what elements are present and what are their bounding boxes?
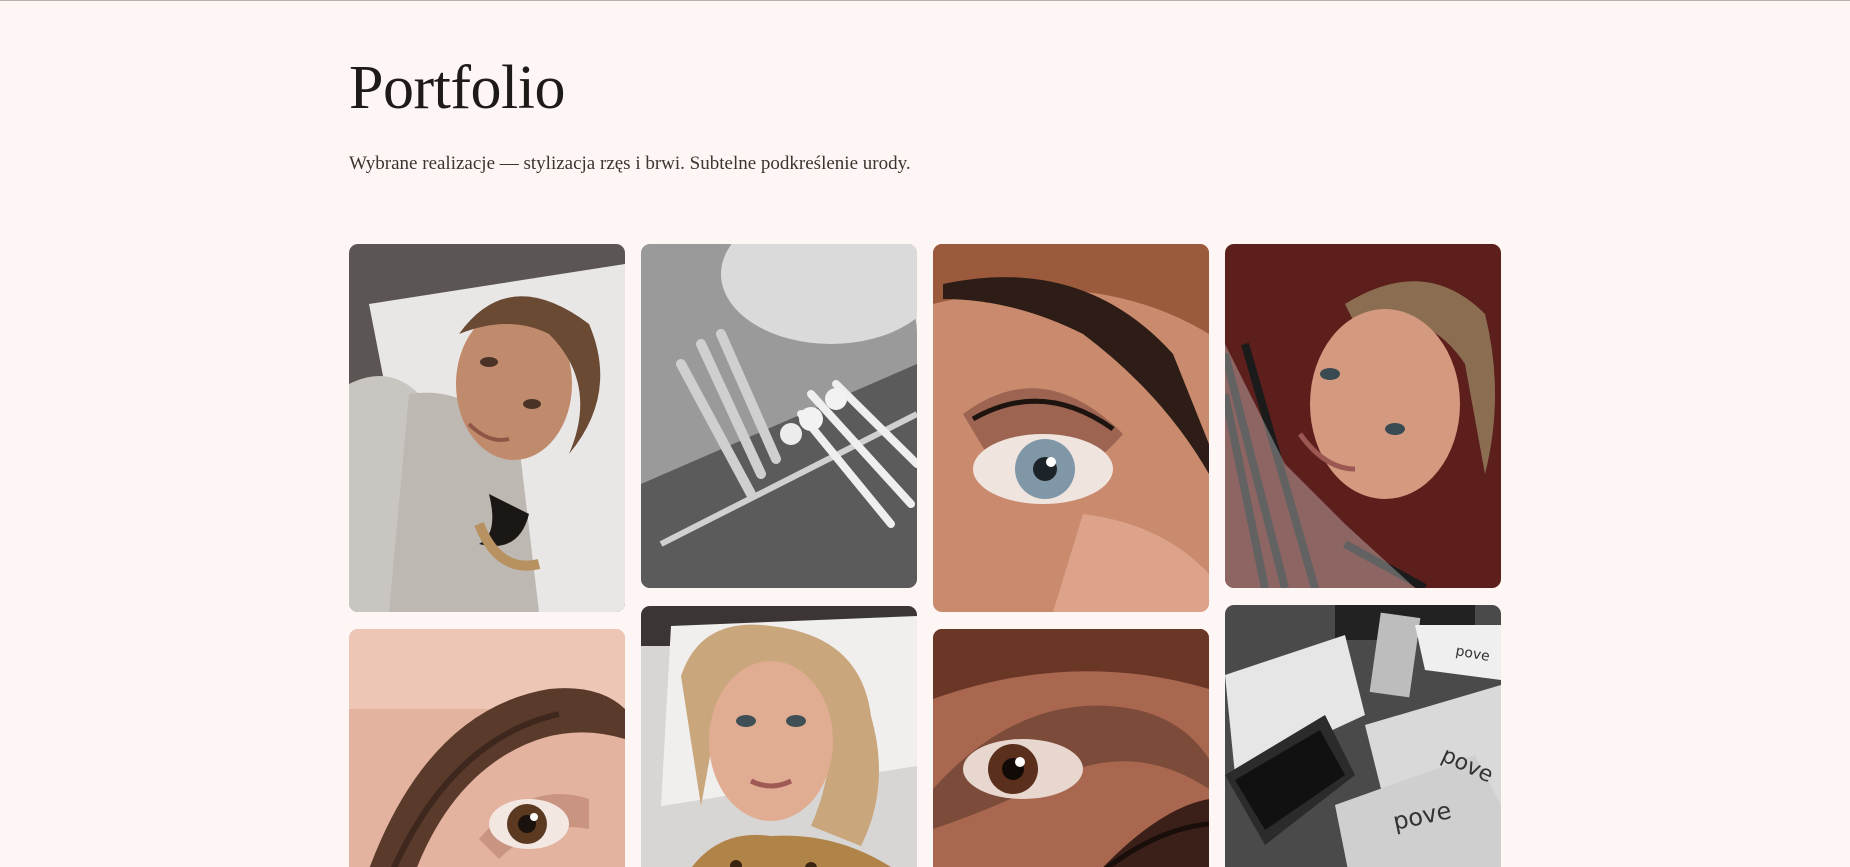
page-title: Portfolio: [349, 54, 565, 122]
gallery-photo-lash-brushes-monochrome[interactable]: [641, 244, 917, 588]
gallery-photo-client-portrait-gray-sweater[interactable]: [349, 244, 625, 612]
photo-image: [349, 629, 625, 867]
gallery-photo-eye-closeup-brown-eye[interactable]: [933, 629, 1209, 867]
page-subtitle: Wybrane realizacje — stylizacja rzęs i b…: [349, 153, 911, 174]
photo-image: [933, 244, 1209, 612]
top-divider: [0, 0, 1850, 1]
photo-image: [1225, 244, 1501, 588]
gallery-photo-client-portrait-leopard-top[interactable]: [641, 606, 917, 867]
photo-image: [641, 244, 917, 588]
photo-image: [641, 606, 917, 867]
gallery-photo-client-portrait-striped-shirt[interactable]: [1225, 244, 1501, 588]
gallery-photo-eye-brow-closeup-blue-eye[interactable]: [933, 244, 1209, 612]
photo-image: pove pove pove: [1225, 605, 1501, 867]
gallery-photo-lash-products-pove-boxes[interactable]: pove pove pove: [1225, 605, 1501, 867]
gallery-photo-brow-lamination-closeup[interactable]: [349, 629, 625, 867]
photo-image: [349, 244, 625, 612]
photo-image: [933, 629, 1209, 867]
